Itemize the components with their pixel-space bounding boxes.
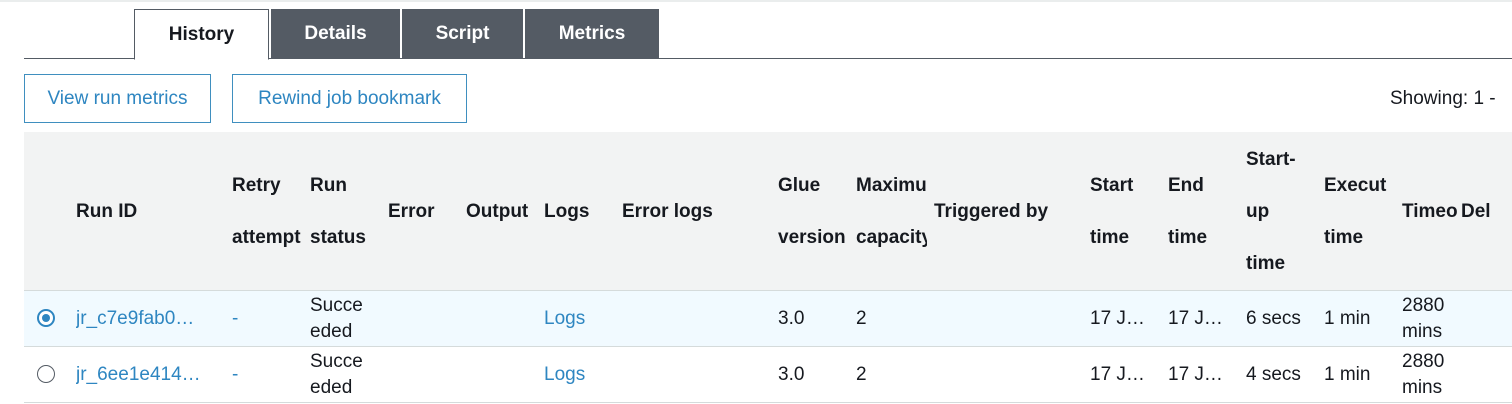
column-header-triggered-by[interactable]: Triggered by [934,132,1084,291]
column-header-glue-version[interactable]: Glue version [778,132,850,291]
column-header-run-id[interactable]: Run ID [76,132,226,291]
view-run-metrics-button[interactable]: View run metrics [24,74,211,123]
logs-link[interactable]: Logs [544,347,616,403]
pagination-showing-text: Showing: 1 - [1390,88,1496,109]
run-status-cell: Succe eded [310,351,363,398]
end-time-cell: 17 J… [1168,364,1223,385]
glue-version-cell: 3.0 [778,364,805,385]
column-header-error[interactable]: Error [388,132,460,291]
tab-details[interactable]: Details [271,9,400,59]
row-select-radio[interactable] [37,365,55,383]
timeout-cell: 2880 mins [1402,351,1445,398]
maximum-capacity-cell: 2 [856,308,867,329]
logs-link[interactable]: Logs [544,291,616,347]
job-runs-table: Run ID Retry attempt Run status Error Outp… [24,132,1512,403]
column-header-start-time[interactable]: Start time [1090,132,1162,291]
column-header-retry-attempt[interactable]: Retry attempt [232,132,302,291]
execution-time-cell: 1 min [1324,364,1371,385]
row-select-radio[interactable] [37,309,55,327]
table-row[interactable]: jr_6ee1e414… - Succe eded Logs 3.0 2 17 J… [24,347,1512,403]
top-divider [0,0,1512,2]
start-time-cell: 17 J… [1090,364,1145,385]
table-row[interactable]: jr_c7e9fab0… - Succe eded Logs 3.0 2 17 J… [24,291,1512,347]
retry-attempt-cell: - [232,308,239,329]
retry-attempt-cell: - [232,364,239,385]
tab-history[interactable]: History [134,9,269,60]
maximum-capacity-cell: 2 [856,364,867,385]
column-header-end-time[interactable]: End time [1168,132,1240,291]
tab-script[interactable]: Script [402,9,523,59]
rewind-job-bookmark-button[interactable]: Rewind job bookmark [232,74,467,123]
run-id-link[interactable]: jr_6ee1e414… [76,347,216,403]
timeout-cell: 2880 mins [1402,295,1445,342]
column-header-maximum-capacity[interactable]: Maximumcapacity [856,132,927,291]
run-id-link[interactable]: jr_c7e9fab0… [76,291,216,347]
column-header-output[interactable]: Output [466,132,542,291]
column-header-delay[interactable]: Del [1461,132,1512,291]
column-header-error-logs[interactable]: Error logs [622,132,767,291]
tab-bar: History Details Script Metrics [24,8,1512,60]
glue-version-cell: 3.0 [778,308,805,329]
column-header-logs[interactable]: Logs [544,132,616,291]
startup-time-cell: 6 secs [1246,308,1301,329]
column-header-timeout[interactable]: Timeout [1402,132,1458,291]
column-header-run-status[interactable]: Run status [310,132,385,291]
startup-time-cell: 4 secs [1246,364,1301,385]
tab-metrics[interactable]: Metrics [525,9,659,59]
table-header: Run ID Retry attempt Run status Error Outp… [24,132,1512,291]
column-header-startup-time[interactable]: Start-up time [1246,132,1318,291]
start-time-cell: 17 J… [1090,308,1145,329]
column-header-execution-time[interactable]: Execut time [1324,132,1394,291]
execution-time-cell: 1 min [1324,308,1371,329]
end-time-cell: 17 J… [1168,308,1223,329]
run-status-cell: Succe eded [310,295,363,342]
